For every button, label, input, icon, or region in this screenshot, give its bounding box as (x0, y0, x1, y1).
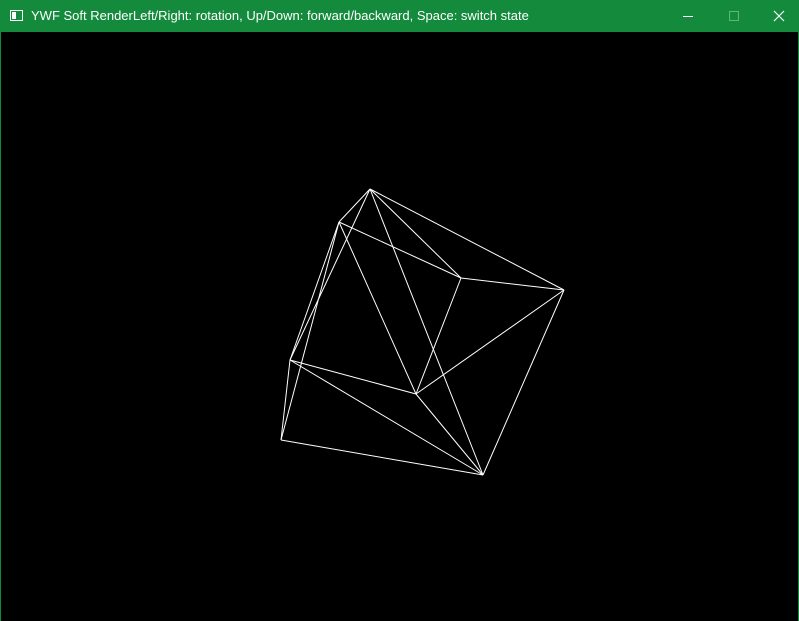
edge (338, 221, 417, 395)
wireframe-cube (280, 188, 565, 476)
app-window-icon (10, 10, 23, 21)
minimize-icon (683, 16, 693, 17)
edge (415, 289, 565, 395)
edge (482, 289, 565, 476)
maximize-button[interactable] (711, 0, 757, 32)
edge (415, 393, 484, 476)
edge (369, 188, 484, 476)
edge (280, 221, 340, 441)
edge (280, 359, 291, 441)
window-title: YWF Soft RenderLeft/Right: rotation, Up/… (31, 8, 529, 23)
maximize-icon (729, 11, 739, 21)
edge (289, 221, 340, 361)
close-icon (773, 10, 785, 22)
edge (369, 188, 462, 279)
edge (460, 277, 565, 291)
edge (338, 221, 462, 279)
edge (289, 359, 417, 395)
close-button[interactable] (756, 0, 798, 32)
render-canvas[interactable] (1, 32, 798, 621)
edge (338, 188, 371, 223)
minimize-button[interactable] (665, 0, 711, 32)
app-window: YWF Soft RenderLeft/Right: rotation, Up/… (0, 0, 799, 621)
edge (289, 359, 484, 476)
edge (369, 188, 565, 291)
edge (289, 188, 371, 361)
title-bar[interactable]: YWF Soft RenderLeft/Right: rotation, Up/… (1, 0, 798, 32)
edge (415, 277, 462, 395)
